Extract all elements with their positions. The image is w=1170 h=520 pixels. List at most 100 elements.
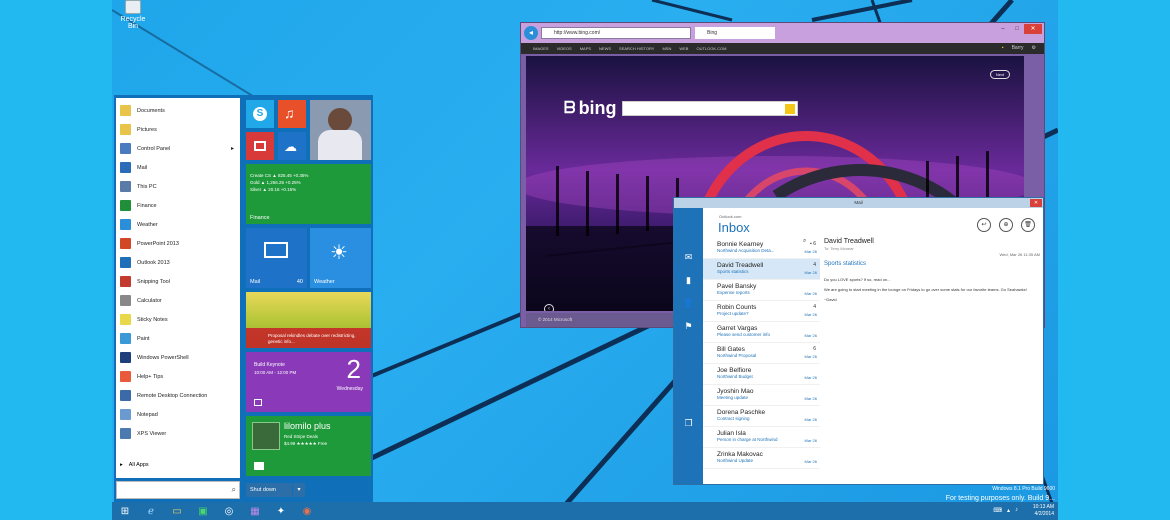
close-button[interactable]: ✕ — [1024, 24, 1042, 34]
finance-row: Silver ▲ 20.16 +0.15% — [250, 187, 297, 192]
reply-icon[interactable]: ↩ — [977, 218, 991, 232]
shut-down-options-button[interactable]: ▾ — [293, 483, 305, 497]
notifications-icon[interactable]: ▪ — [1002, 45, 1004, 51]
bing-nav-link[interactable]: NEWS — [599, 46, 611, 51]
browser-tab[interactable]: Bing — [695, 27, 775, 39]
music-tile[interactable]: ♫ — [278, 100, 306, 128]
internet-explorer-icon[interactable]: ℯ — [138, 502, 164, 520]
message-row[interactable]: Julian Isla Person in charge at Northwind… — [703, 427, 820, 448]
message-row[interactable]: Garret Vargas Please send customer info Ma… — [703, 322, 820, 343]
user-name[interactable]: Barry — [1012, 45, 1024, 51]
calendar-event: Build Keynote — [254, 362, 285, 368]
message-row[interactable]: Joe Belfiore Northwind Budget Mar 26 — [703, 364, 820, 385]
watermark-line-1: Windows 8.1 Pro Build 9600 — [992, 486, 1055, 492]
start-menu-item[interactable]: Outlook 2013 — [116, 253, 240, 272]
reader-date: Wed, Mar 26 11:35 AM — [999, 252, 1040, 257]
start-menu-item[interactable]: Finance — [116, 196, 240, 215]
flag-icon[interactable]: ⚑ — [674, 321, 703, 332]
message-row[interactable]: Dorena Paschke Contract signing Mar 26 — [703, 406, 820, 427]
start-menu-item-label: Windows PowerShell — [137, 354, 189, 361]
message-flag-icon: 4 — [813, 262, 816, 268]
message-row[interactable]: Robin Counts Project update? Mar 26 4 — [703, 301, 820, 322]
calendar-tile[interactable]: Build Keynote 10:00 AM - 12:00 PM 2 Wedn… — [246, 352, 371, 412]
start-menu-item[interactable]: Weather — [116, 215, 240, 234]
start-menu-item[interactable]: Documents — [116, 101, 240, 120]
mail-taskbar-icon[interactable]: ✦ — [268, 502, 294, 520]
start-menu-item[interactable]: Calculator — [116, 291, 240, 310]
weather-tile[interactable]: ☀ Weather — [310, 228, 371, 288]
app-icon — [120, 124, 131, 135]
start-menu-item[interactable]: Windows PowerShell — [116, 348, 240, 367]
all-apps-button[interactable]: ▸ All Apps — [120, 462, 149, 468]
recycle-bin[interactable]: Recycle Bin — [116, 0, 150, 30]
browser-taskbar-icon[interactable]: ◎ — [216, 502, 242, 520]
volume-icon[interactable]: ♪ — [1015, 507, 1018, 514]
bing-nav-link[interactable]: WEB — [679, 46, 688, 51]
start-menu-item[interactable]: Snipping Tool — [116, 272, 240, 291]
message-row[interactable]: Pavel Bansky Expense reports Mar 26 — [703, 280, 820, 301]
delete-icon[interactable]: 🗑 — [1021, 218, 1035, 232]
bing-nav-link[interactable]: MSN — [662, 46, 671, 51]
start-menu-item[interactable]: Pictures — [116, 120, 240, 139]
bing-nav-link[interactable]: MAPS — [580, 46, 591, 51]
game-tile[interactable]: lilomilo plus Red Stripe Deals $4.99 ★★★… — [246, 416, 371, 476]
people-photo-tile[interactable] — [310, 100, 371, 160]
start-menu-item[interactable]: XPS Viewer — [116, 424, 240, 443]
start-menu-item[interactable]: Mail — [116, 158, 240, 177]
clock[interactable]: 10:13 AM 4/2/2014 — [1033, 504, 1054, 518]
bing-nav-link[interactable]: VIDEOS — [557, 46, 572, 51]
start-menu-item[interactable]: This PC — [116, 177, 240, 196]
message-row[interactable]: Zrinka Makovac Northwind Update Mar 26 — [703, 448, 820, 469]
shut-down-button[interactable]: Shut down — [246, 483, 292, 497]
new-mail-icon[interactable]: ⊕ — [999, 218, 1013, 232]
start-menu-item[interactable]: Paint — [116, 329, 240, 348]
start-menu-item[interactable]: Remote Desktop Connection — [116, 386, 240, 405]
video-tile[interactable] — [246, 132, 274, 160]
message-row[interactable]: Jyoshin Mao Meeting update Mar 26 — [703, 385, 820, 406]
people-icon[interactable]: 👤 — [674, 298, 703, 309]
clock-date: 4/2/2014 — [1034, 511, 1054, 517]
file-explorer-icon[interactable]: ▭ — [164, 502, 190, 520]
message-sender: Garret Vargas — [717, 325, 758, 332]
onedrive-tile[interactable]: ☁ — [278, 132, 306, 160]
bing-next-button[interactable]: Next — [990, 70, 1010, 79]
bing-nav-link[interactable]: OUTLOOK.COM — [696, 46, 726, 51]
start-menu-item[interactable]: PowerPoint 2013 — [116, 234, 240, 253]
start-menu-item[interactable]: Help+ Tips — [116, 367, 240, 386]
mail-icon[interactable]: ✉ — [674, 252, 703, 263]
start-menu-item[interactable]: Notepad — [116, 405, 240, 424]
app-icon — [120, 181, 131, 192]
onenote-taskbar-icon[interactable]: ▦ — [242, 502, 268, 520]
finance-tile[interactable]: Create CS ▲ 825.45 +0.35% Gold ▲ 1,256.25… — [246, 164, 371, 224]
mail-tile[interactable]: Mail 40 — [246, 228, 307, 288]
minimize-button[interactable]: – — [996, 24, 1010, 34]
start-menu-item[interactable]: Sticky Notes — [116, 310, 240, 329]
address-bar[interactable]: http://www.bing.com/ — [541, 27, 691, 39]
bing-nav-link[interactable]: SEARCH HISTORY — [619, 46, 654, 51]
folders-icon[interactable]: ❐ — [674, 418, 703, 429]
reader-recipients: To: Terry Mcnear — [824, 246, 854, 251]
start-button[interactable]: ⊞ — [112, 502, 138, 520]
message-sender: Pavel Bansky — [717, 283, 757, 290]
store-taskbar-icon[interactable]: ▣ — [190, 502, 216, 520]
skype-tile[interactable]: S — [246, 100, 274, 128]
bing-prev-image-button[interactable]: ‹ — [544, 304, 554, 311]
powerpoint-taskbar-icon[interactable]: ◉ — [294, 502, 320, 520]
news-tile[interactable]: Proposal rekindles debate over redistric… — [246, 292, 371, 348]
back-button[interactable]: ◂ — [524, 26, 538, 40]
keyboard-icon[interactable]: ⌨ — [993, 507, 1002, 514]
message-row[interactable]: David Treadwell Sports statistics Mar 26 4 — [703, 259, 820, 280]
mail-close-button[interactable]: ✕ — [1030, 199, 1042, 207]
submenu-arrow-icon: ▸ — [230, 146, 234, 152]
folder-icon[interactable]: ▮ — [674, 275, 703, 286]
bing-nav-link[interactable]: IMAGES — [533, 46, 549, 51]
maximize-button[interactable]: □ — [1010, 24, 1024, 34]
start-menu-item[interactable]: Control Panel ▸ — [116, 139, 240, 158]
start-search-input[interactable]: ⌕ — [116, 481, 240, 499]
network-icon[interactable]: ▴ — [1007, 507, 1010, 514]
bing-search-input[interactable] — [622, 101, 798, 116]
message-row[interactable]: Bonnie Kearney Northwind Acquisition Deta… — [703, 238, 820, 259]
message-row[interactable]: Bill Gates Northwind Proposal Mar 26 6 — [703, 343, 820, 364]
bing-search-button[interactable] — [785, 104, 795, 114]
settings-gear-icon[interactable]: ⚙ — [1032, 45, 1036, 51]
